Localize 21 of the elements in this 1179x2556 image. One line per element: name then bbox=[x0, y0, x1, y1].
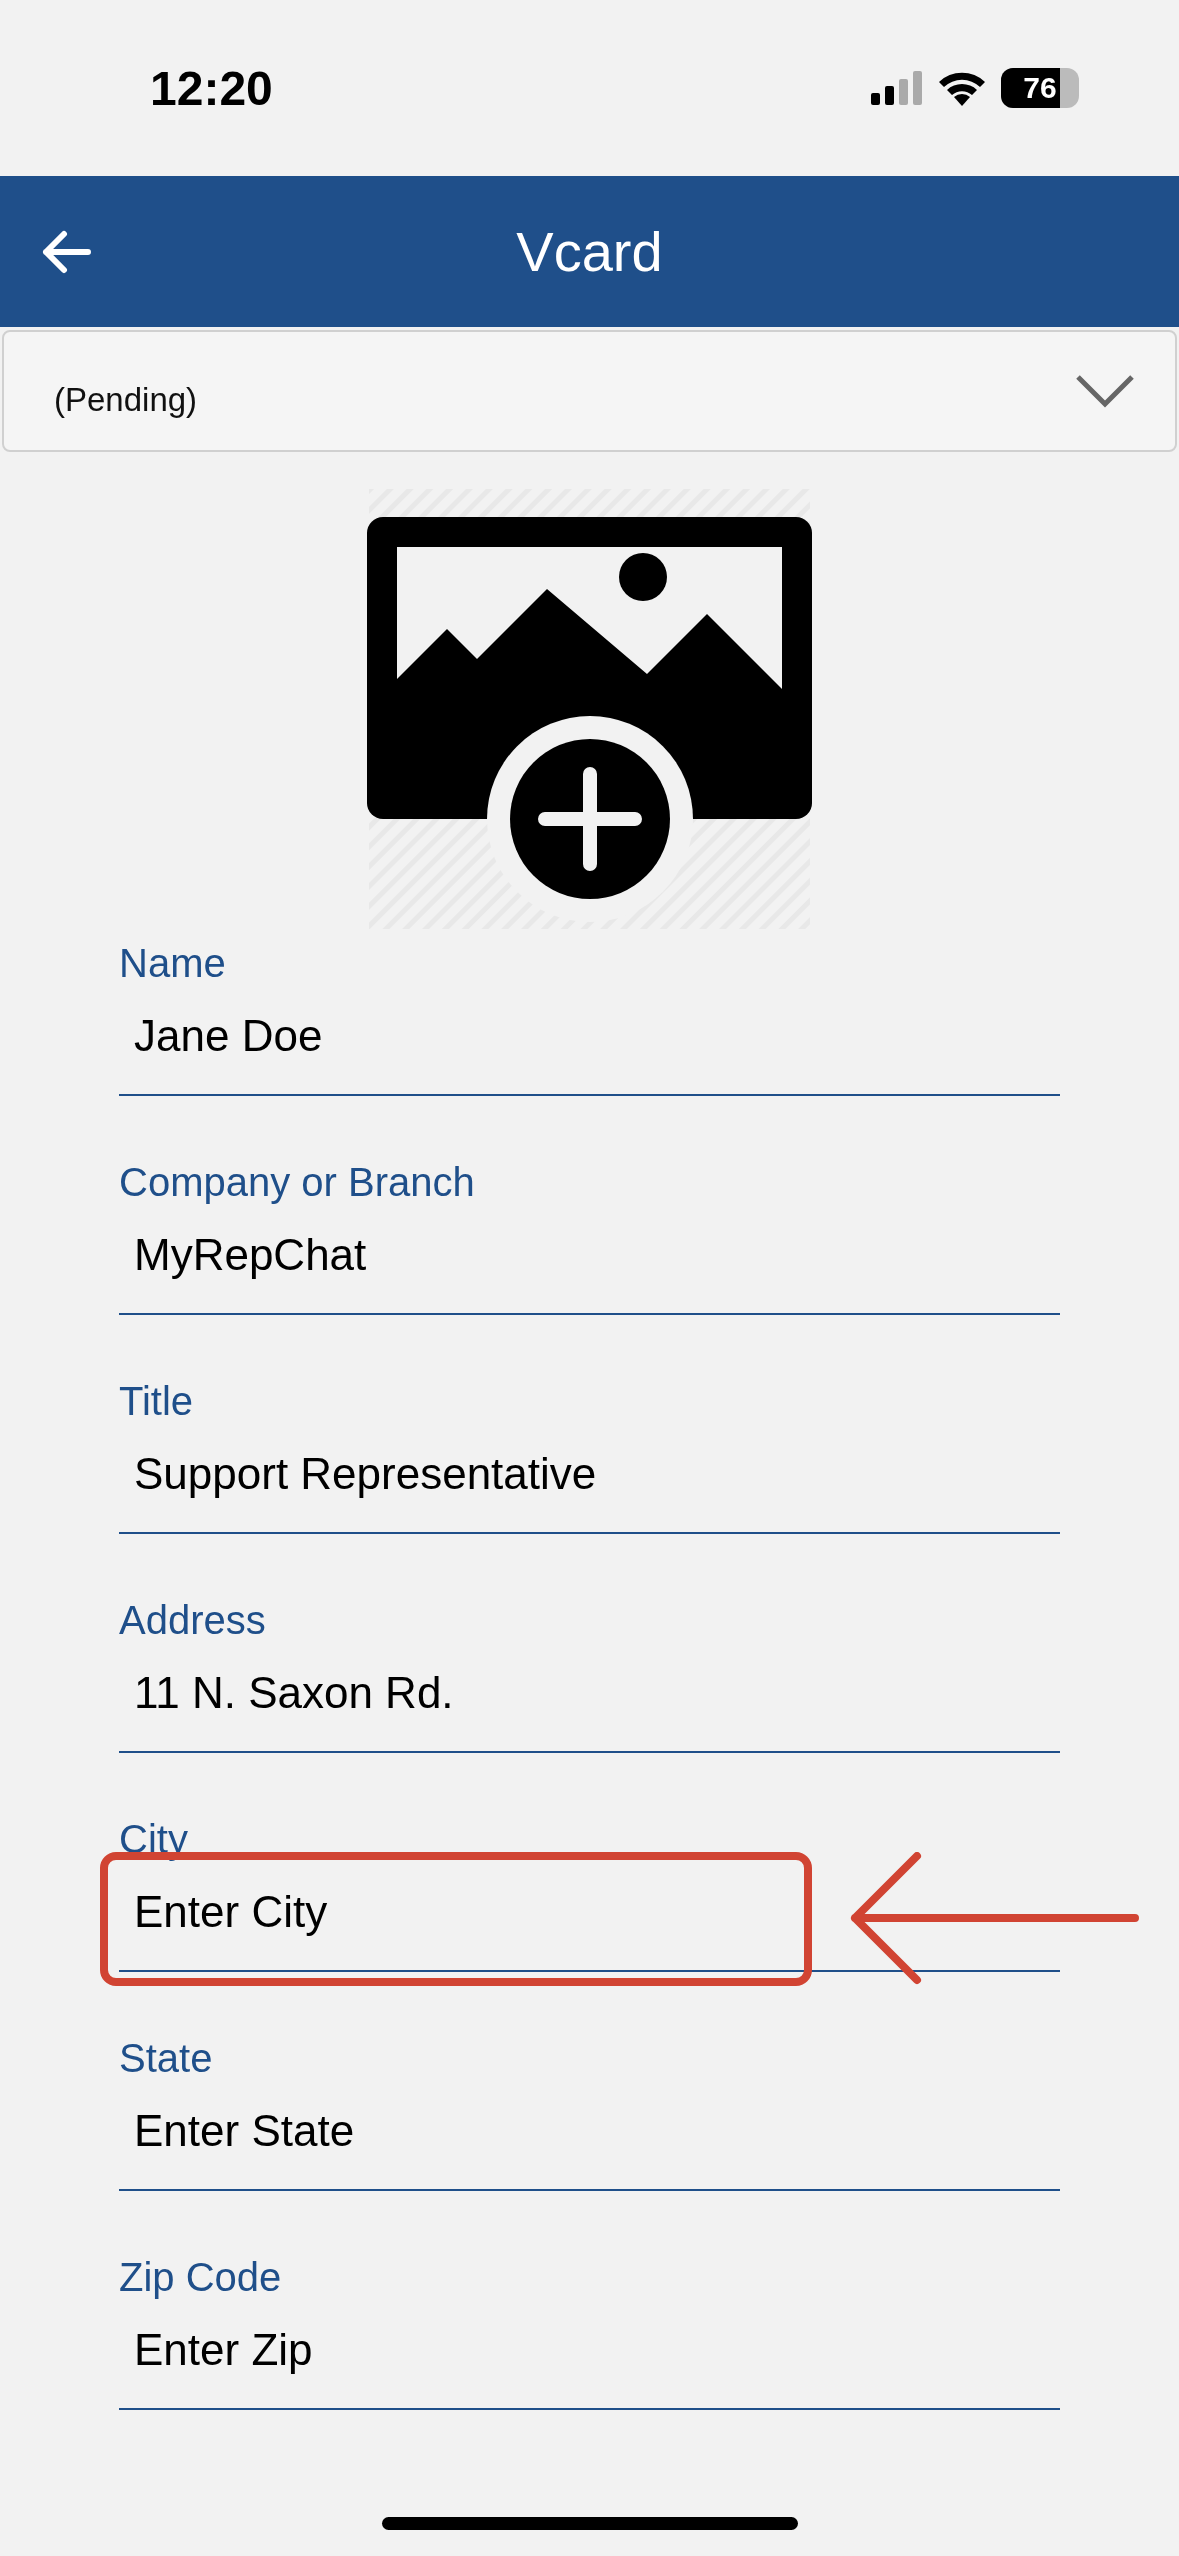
text-field[interactable]: Jane Doe bbox=[119, 1001, 1060, 1096]
field-label: Title bbox=[119, 1378, 194, 1425]
text-field[interactable]: Enter City bbox=[119, 1877, 1060, 1972]
battery-icon: 76 bbox=[1001, 68, 1079, 108]
field-label: Name bbox=[119, 940, 226, 987]
status-time: 12:20 bbox=[150, 60, 273, 116]
field-label: Address bbox=[119, 1597, 266, 1644]
status-dropdown[interactable]: (Pending) bbox=[2, 330, 1177, 452]
text-field[interactable]: Support Representative bbox=[119, 1439, 1060, 1534]
wifi-icon bbox=[937, 70, 987, 106]
field-label: Company or Branch bbox=[119, 1159, 475, 1206]
field-label: State bbox=[119, 2035, 213, 2082]
text-field[interactable]: MyRepChat bbox=[119, 1220, 1060, 1315]
text-field[interactable]: Enter Zip bbox=[119, 2315, 1060, 2410]
header-title: Vcard bbox=[516, 219, 663, 284]
text-field[interactable]: Enter State bbox=[119, 2096, 1060, 2191]
field-label: Zip Code bbox=[119, 2254, 282, 2301]
add-image-icon[interactable] bbox=[367, 489, 812, 929]
text-field[interactable]: 11 N. Saxon Rd. bbox=[119, 1658, 1060, 1753]
signal-icon bbox=[871, 71, 923, 105]
chevron-down-icon bbox=[1075, 374, 1135, 408]
